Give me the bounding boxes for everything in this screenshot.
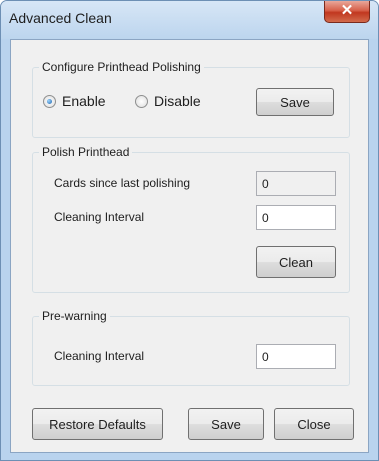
title-bar[interactable]: Advanced Clean ✕ bbox=[1, 1, 378, 39]
prewarning-interval-field[interactable] bbox=[256, 344, 336, 369]
prewarning-legend: Pre-warning bbox=[39, 309, 110, 323]
prewarning-group: Pre-warning Cleaning Interval bbox=[32, 309, 350, 386]
enable-radio[interactable] bbox=[43, 95, 56, 108]
cards-since-polishing-label: Cards since last polishing bbox=[54, 176, 191, 190]
clean-button[interactable]: Clean bbox=[256, 246, 336, 278]
dialog-body: Configure Printhead Polishing Enable Dis… bbox=[10, 39, 369, 453]
configure-polishing-group: Configure Printhead Polishing Enable Dis… bbox=[32, 60, 350, 138]
window-title: Advanced Clean bbox=[9, 10, 112, 26]
configure-polishing-legend: Configure Printhead Polishing bbox=[39, 60, 204, 74]
restore-defaults-button[interactable]: Restore Defaults bbox=[32, 408, 163, 440]
advanced-clean-window: Advanced Clean ✕ Configure Printhead Pol… bbox=[0, 0, 379, 461]
prewarning-interval-label: Cleaning Interval bbox=[54, 349, 145, 363]
close-icon: ✕ bbox=[340, 2, 354, 19]
cards-since-polishing-field bbox=[256, 171, 336, 196]
cleaning-interval-label: Cleaning Interval bbox=[54, 210, 145, 224]
close-button[interactable]: Close bbox=[274, 408, 354, 440]
window-close-button[interactable]: ✕ bbox=[324, 1, 370, 23]
disable-radio[interactable] bbox=[135, 95, 148, 108]
disable-label[interactable]: Disable bbox=[154, 93, 201, 109]
polish-printhead-legend: Polish Printhead bbox=[39, 145, 133, 159]
polishing-save-button[interactable]: Save bbox=[256, 88, 334, 116]
polish-printhead-group: Polish Printhead Cards since last polish… bbox=[32, 145, 350, 293]
cleaning-interval-field[interactable] bbox=[256, 205, 336, 230]
save-button[interactable]: Save bbox=[188, 408, 264, 440]
enable-label[interactable]: Enable bbox=[62, 93, 106, 109]
